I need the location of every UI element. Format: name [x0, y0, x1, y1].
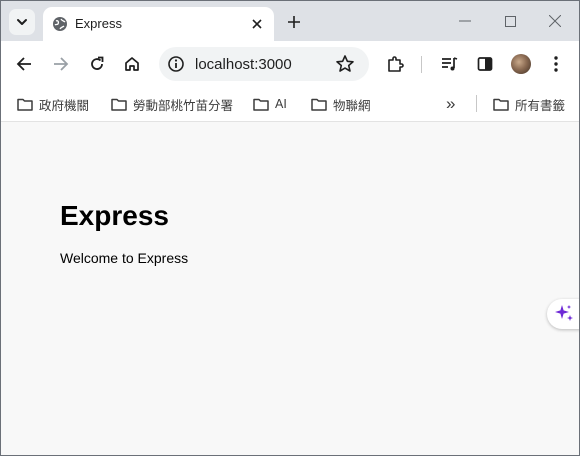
reload-icon: [91, 56, 104, 70]
globe-icon: [53, 17, 67, 31]
tab-strip: Express: [1, 1, 579, 41]
side-panel-button[interactable]: [473, 52, 497, 76]
bookmark-folder[interactable]: 勞動部桃竹苗分署: [111, 93, 233, 115]
tab-title: Express: [75, 16, 122, 31]
window-close-icon: [549, 15, 561, 27]
media-control-button[interactable]: [437, 52, 461, 76]
bookmarks-overflow-button[interactable]: »: [446, 93, 455, 115]
ai-assistant-button[interactable]: [547, 299, 579, 329]
back-arrow-icon: [16, 57, 31, 71]
media-control-icon: [442, 57, 458, 71]
bookmark-label: 所有書籤: [515, 98, 566, 113]
forward-button[interactable]: [49, 52, 73, 76]
minimize-icon: [459, 20, 471, 22]
tab-search-icon: [17, 19, 27, 25]
maximize-button[interactable]: [498, 11, 522, 31]
browser-window: Express localhost:3000 政府機關 勞動部桃竹苗分署 AI …: [0, 0, 580, 456]
window-close-button[interactable]: [543, 11, 567, 31]
extensions-button[interactable]: [383, 52, 407, 76]
star-icon[interactable]: [335, 54, 355, 74]
bookmark-folder[interactable]: 物聯網: [311, 93, 371, 115]
toolbar: localhost:3000: [1, 41, 579, 87]
folder-icon: [17, 98, 33, 111]
maximize-icon: [504, 15, 516, 27]
tab-close-button[interactable]: [248, 15, 266, 33]
bookmark-label: 物聯網: [333, 98, 371, 113]
bookmarks-divider: [476, 95, 477, 112]
plus-icon: [288, 16, 300, 28]
kebab-menu-icon: [554, 56, 558, 72]
folder-icon: [253, 98, 269, 111]
folder-icon: [311, 98, 327, 111]
home-icon: [125, 57, 139, 71]
extensions-icon: [388, 56, 404, 72]
url-text[interactable]: localhost:3000: [195, 56, 292, 73]
tab-express[interactable]: Express: [43, 7, 274, 41]
site-info-icon[interactable]: [167, 55, 185, 73]
menu-button[interactable]: [544, 52, 568, 76]
folder-icon: [111, 98, 127, 111]
tab-search-button[interactable]: [9, 9, 35, 35]
side-panel-icon: [477, 57, 493, 71]
home-button[interactable]: [120, 52, 144, 76]
bookmarks-bar: 政府機關 勞動部桃竹苗分署 AI 物聯網 » 所有書籤: [1, 87, 579, 122]
toolbar-divider: [421, 56, 422, 73]
page-heading: Express: [60, 200, 169, 231]
bookmark-label: AI: [275, 97, 287, 111]
forward-arrow-icon: [54, 57, 69, 71]
page-paragraph: Welcome to Express: [60, 250, 189, 266]
sparkle-icon: [555, 305, 573, 321]
profile-avatar[interactable]: [511, 54, 531, 74]
new-tab-button[interactable]: [284, 12, 304, 32]
back-button[interactable]: [12, 52, 36, 76]
bookmark-folder[interactable]: 政府機關: [17, 93, 89, 115]
page-content: Express Welcome to Express: [1, 122, 579, 455]
all-bookmarks-folder[interactable]: 所有書籤: [493, 93, 565, 115]
folder-icon: [493, 98, 509, 111]
bookmark-folder[interactable]: AI: [253, 93, 287, 115]
bookmark-label: 政府機關: [39, 98, 90, 113]
overflow-chevron: »: [446, 94, 456, 113]
reload-button[interactable]: [85, 52, 109, 76]
close-icon: [252, 19, 262, 29]
minimize-button[interactable]: [453, 11, 477, 31]
bookmark-label: 勞動部桃竹苗分署: [133, 98, 234, 113]
address-bar[interactable]: localhost:3000: [159, 47, 369, 81]
